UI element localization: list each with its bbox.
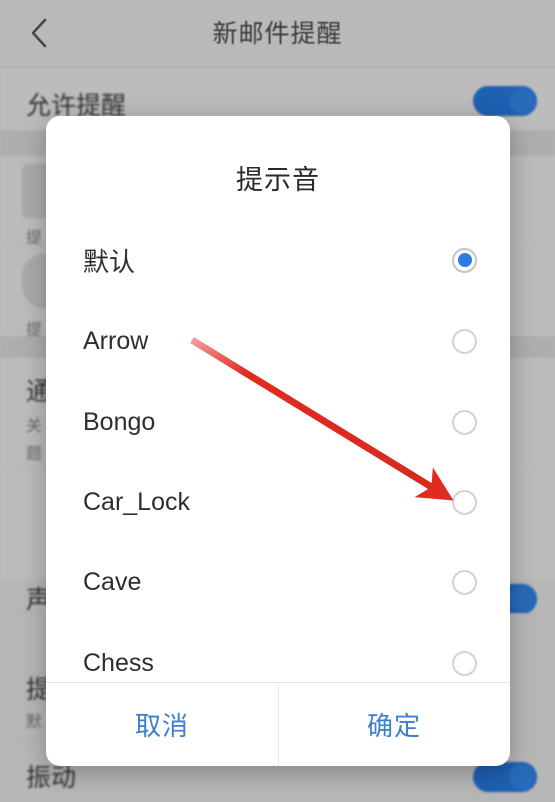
option-row-4[interactable]: Cave [46,542,510,622]
confirm-button[interactable]: 确定 [278,683,510,766]
radio-option-3[interactable] [452,489,477,515]
option-row-3[interactable]: Car_Lock [46,462,510,542]
option-label: 默认 [83,246,136,277]
option-label: Cave [83,567,142,596]
radio-option-2[interactable] [452,409,477,435]
footer-vertical-divider [278,683,279,766]
option-row-0[interactable]: 默认 [46,220,510,300]
radio-option-4[interactable] [452,569,477,595]
radio-option-1[interactable] [452,328,477,354]
option-label: Car_Lock [83,487,190,516]
option-label: Chess [83,648,154,677]
option-row-2[interactable]: Bongo [46,382,510,462]
radio-option-5[interactable] [452,650,477,676]
option-row-1[interactable]: Arrow [46,301,510,381]
radio-option-0[interactable] [452,247,477,273]
sound-picker-dialog: 提示音 默认 Arrow Bongo Car_Lock Cave Chess 取… [46,116,510,766]
sound-option-list: 默认 Arrow Bongo Car_Lock Cave Chess [46,220,510,682]
option-label: Bongo [83,407,156,436]
dialog-title: 提示音 [236,165,320,195]
option-label: Arrow [83,326,149,355]
cancel-button[interactable]: 取消 [46,683,278,766]
